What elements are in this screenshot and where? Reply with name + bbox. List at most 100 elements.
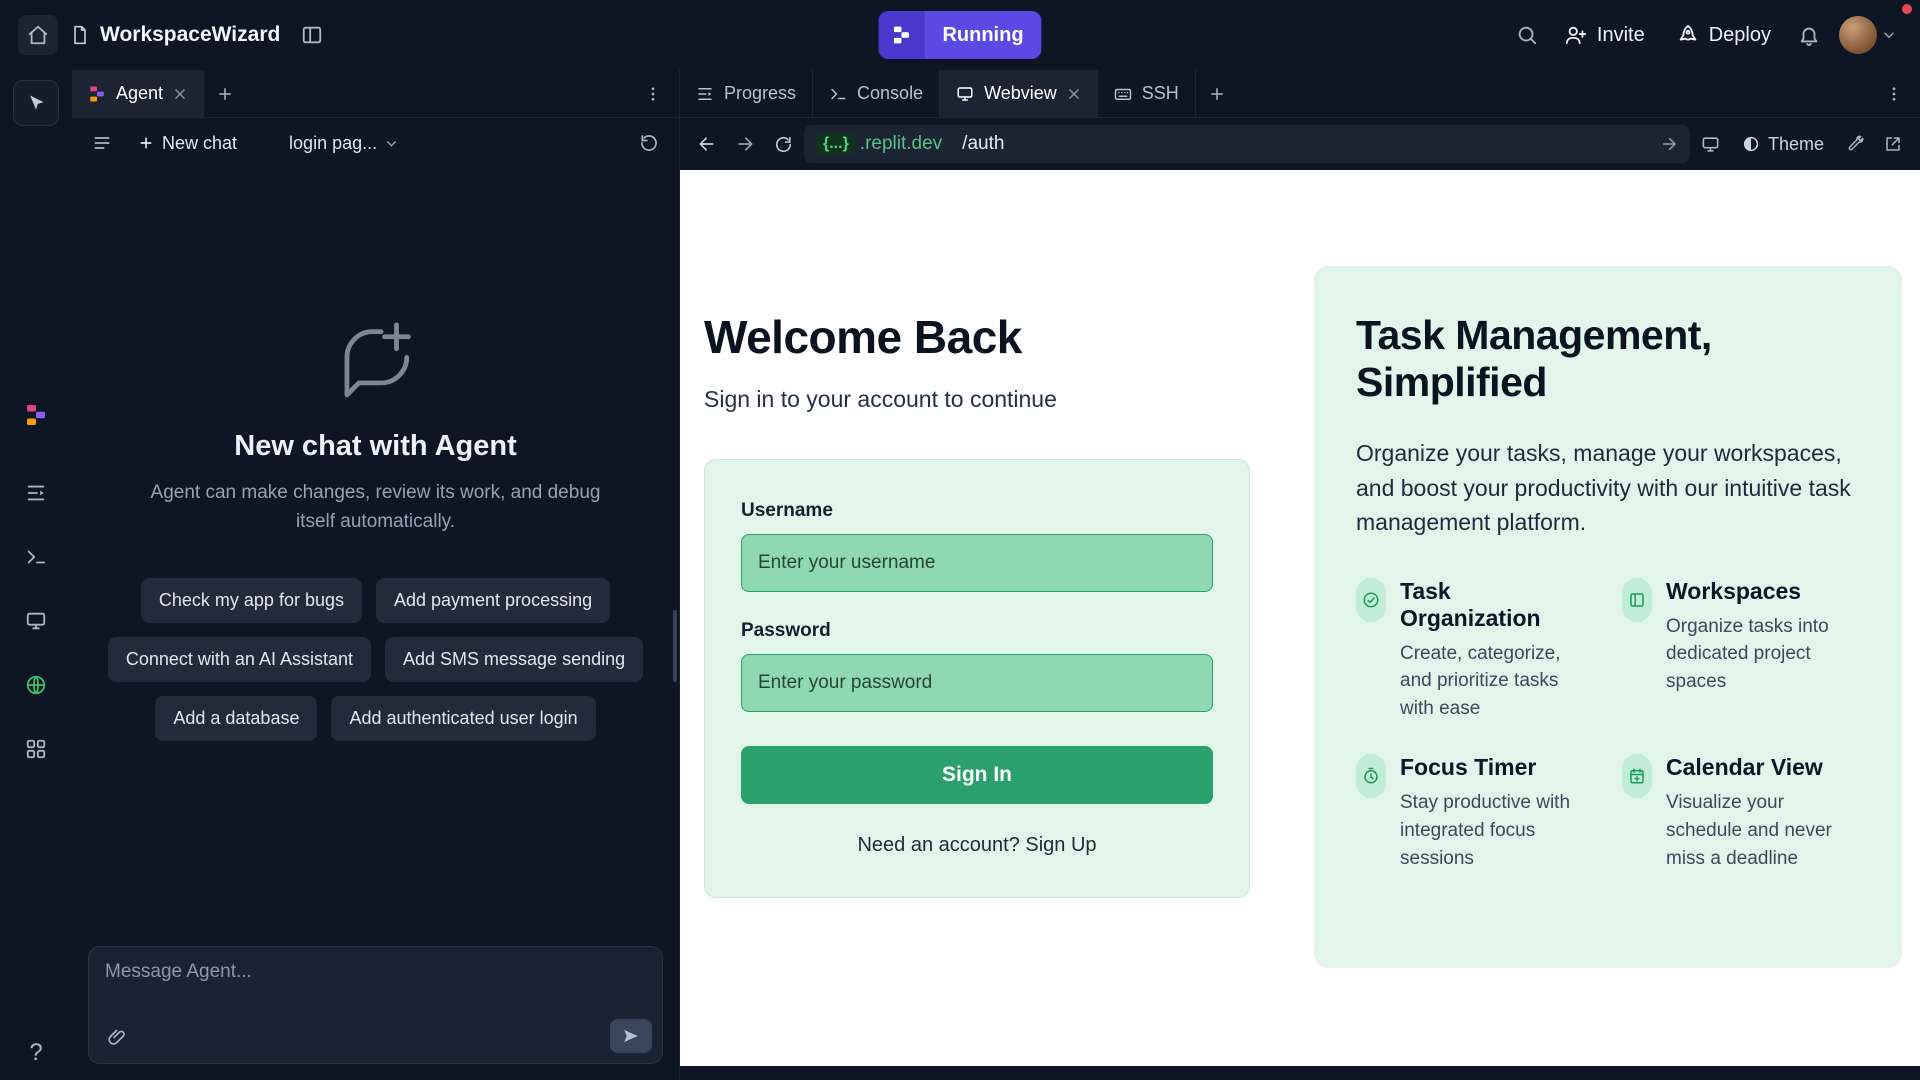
- forward-button[interactable]: [728, 127, 762, 161]
- promo-card: Task Management, Simplified Organize you…: [1314, 266, 1902, 968]
- notifications-button[interactable]: [1789, 15, 1829, 55]
- shell-rail-button[interactable]: [19, 540, 53, 574]
- all-tools-rail-button[interactable]: [19, 732, 53, 766]
- check-circle-icon: [1356, 578, 1386, 622]
- avatar: [1839, 16, 1877, 54]
- password-label: Password: [741, 620, 1213, 642]
- url-subdomain-badge: {...}: [816, 133, 856, 155]
- workspace-panel-menu-button[interactable]: [1874, 74, 1914, 114]
- rocket-icon: [1677, 24, 1699, 46]
- back-button[interactable]: [690, 127, 724, 161]
- suggestion-chip[interactable]: Check my app for bugs: [141, 578, 362, 623]
- tab-ssh[interactable]: SSH: [1098, 70, 1196, 117]
- chat-title-dropdown[interactable]: login pag...: [283, 132, 404, 155]
- progress-rail-button[interactable]: [19, 476, 53, 510]
- deploy-button[interactable]: Deploy: [1663, 14, 1785, 56]
- new-chat-button[interactable]: New chat: [128, 127, 247, 160]
- new-tab-button[interactable]: [204, 73, 246, 115]
- help-button[interactable]: ?: [23, 1038, 48, 1068]
- close-icon[interactable]: [173, 87, 187, 101]
- external-link-icon: [1884, 135, 1902, 153]
- layout-toggle-button[interactable]: [292, 15, 332, 55]
- tab-label: Progress: [724, 83, 796, 104]
- select-tool-button[interactable]: [13, 80, 59, 126]
- feature-grid: Task Organization Create, categorize, an…: [1356, 578, 1860, 872]
- agent-icon: [24, 403, 48, 427]
- agent-tab-icon: [88, 85, 106, 103]
- search-button[interactable]: [1507, 15, 1547, 55]
- suggestion-chip[interactable]: Add SMS message sending: [385, 637, 643, 682]
- feature-description: Create, categorize, and prioritize tasks…: [1400, 640, 1594, 723]
- layout-icon: [301, 24, 323, 46]
- feature-title: Workspaces: [1666, 578, 1860, 605]
- password-field[interactable]: [741, 654, 1213, 712]
- username-field[interactable]: [741, 534, 1213, 592]
- cursor-icon: [26, 93, 46, 113]
- send-icon: [622, 1027, 640, 1045]
- devices-button[interactable]: [1694, 127, 1728, 161]
- url-path: /auth: [962, 133, 1004, 155]
- invite-button[interactable]: Invite: [1551, 14, 1659, 56]
- new-tab-button[interactable]: [1196, 73, 1238, 115]
- webview-rail-button[interactable]: [19, 604, 53, 638]
- devtools-button[interactable]: [1838, 127, 1872, 161]
- attach-file-button[interactable]: [99, 1019, 135, 1055]
- plus-icon: [138, 135, 154, 151]
- open-in-new-tab-button[interactable]: [1876, 127, 1910, 161]
- close-icon[interactable]: [1067, 87, 1081, 101]
- suggestion-chip[interactable]: Add authenticated user login: [331, 696, 595, 741]
- feature-item: Focus Timer Stay productive with integra…: [1356, 754, 1594, 872]
- agent-panel-menu-button[interactable]: [633, 74, 673, 114]
- url-input[interactable]: {...} .replit.dev /auth: [804, 125, 1690, 163]
- tab-webview[interactable]: Webview: [940, 70, 1098, 117]
- tab-progress[interactable]: Progress: [680, 70, 813, 117]
- home-button[interactable]: [18, 15, 58, 55]
- message-composer[interactable]: [88, 946, 663, 1064]
- username-group: Username: [741, 500, 1213, 592]
- workspace-panel: Progress Console Webview SSH: [680, 70, 1920, 1080]
- tab-console[interactable]: Console: [813, 70, 940, 117]
- tab-agent[interactable]: Agent: [72, 70, 204, 117]
- feature-title: Task Organization: [1400, 578, 1594, 632]
- account-menu[interactable]: [1833, 16, 1902, 54]
- feature-item: Task Organization Create, categorize, an…: [1356, 578, 1594, 723]
- rollback-history-button[interactable]: [633, 127, 665, 159]
- chevron-down-icon: [1882, 28, 1896, 42]
- feature-description: Visualize your schedule and never miss a…: [1666, 789, 1860, 872]
- rendered-page: Welcome Back Sign in to your account to …: [680, 170, 1920, 1066]
- tab-label: SSH: [1142, 83, 1179, 104]
- wrench-icon: [1846, 135, 1864, 153]
- suggestion-chips: Check my app for bugs Add payment proces…: [96, 578, 655, 741]
- run-status-badge[interactable]: Running: [878, 11, 1041, 59]
- devices-icon: [1701, 135, 1720, 154]
- suggestion-chip[interactable]: Connect with an AI Assistant: [108, 637, 371, 682]
- go-arrow-icon[interactable]: [1660, 135, 1678, 153]
- send-message-button[interactable]: [610, 1019, 652, 1053]
- panel-scrollbar[interactable]: [673, 610, 677, 682]
- replit-logo-icon: [878, 11, 924, 59]
- promo-title: Task Management, Simplified: [1356, 312, 1860, 406]
- deploy-label: Deploy: [1709, 24, 1771, 47]
- rail-tool-group: [19, 398, 53, 766]
- message-input[interactable]: [103, 959, 648, 1017]
- app-status-rail-button[interactable]: [19, 668, 53, 702]
- suggestion-chip[interactable]: Add a database: [155, 696, 317, 741]
- sign-in-button[interactable]: Sign In: [741, 746, 1213, 804]
- auth-column: Welcome Back Sign in to your account to …: [704, 310, 1250, 1066]
- plus-icon: [1208, 85, 1226, 103]
- theme-icon: [1742, 135, 1760, 153]
- sign-up-link[interactable]: Need an account? Sign Up: [741, 834, 1213, 857]
- chat-list-button[interactable]: [86, 127, 118, 159]
- globe-icon: [25, 674, 47, 696]
- refresh-button[interactable]: [766, 127, 800, 161]
- theme-button[interactable]: Theme: [1732, 126, 1834, 162]
- chat-title: login pag...: [289, 133, 377, 154]
- agent-rail-button[interactable]: [19, 398, 53, 432]
- feature-title: Calendar View: [1666, 754, 1860, 781]
- login-form-card: Username Password Sign In Need an accoun…: [704, 459, 1250, 898]
- password-group: Password: [741, 620, 1213, 712]
- feature-description: Organize tasks into dedicated project sp…: [1666, 613, 1860, 696]
- suggestion-chip[interactable]: Add payment processing: [376, 578, 610, 623]
- page-title: WorkspaceWizard: [100, 23, 280, 47]
- theme-label: Theme: [1768, 134, 1824, 155]
